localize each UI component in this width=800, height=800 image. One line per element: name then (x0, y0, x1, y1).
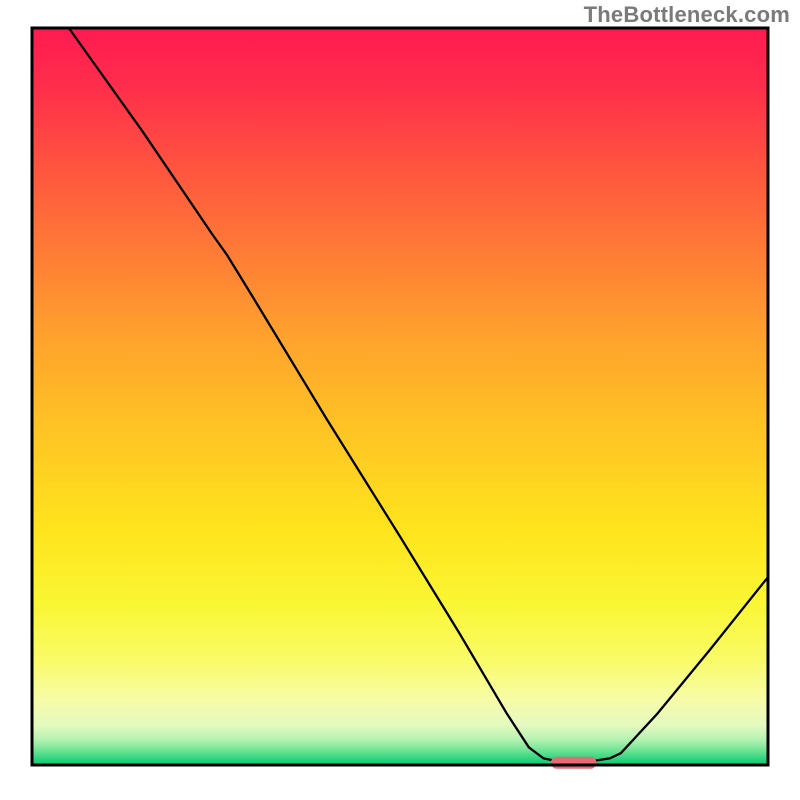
bottleneck-chart: TheBottleneck.com (0, 0, 800, 800)
optimal-zone-marker (551, 757, 597, 769)
plot-background (32, 28, 768, 765)
watermark-text: TheBottleneck.com (584, 2, 790, 28)
chart-svg (0, 0, 800, 800)
